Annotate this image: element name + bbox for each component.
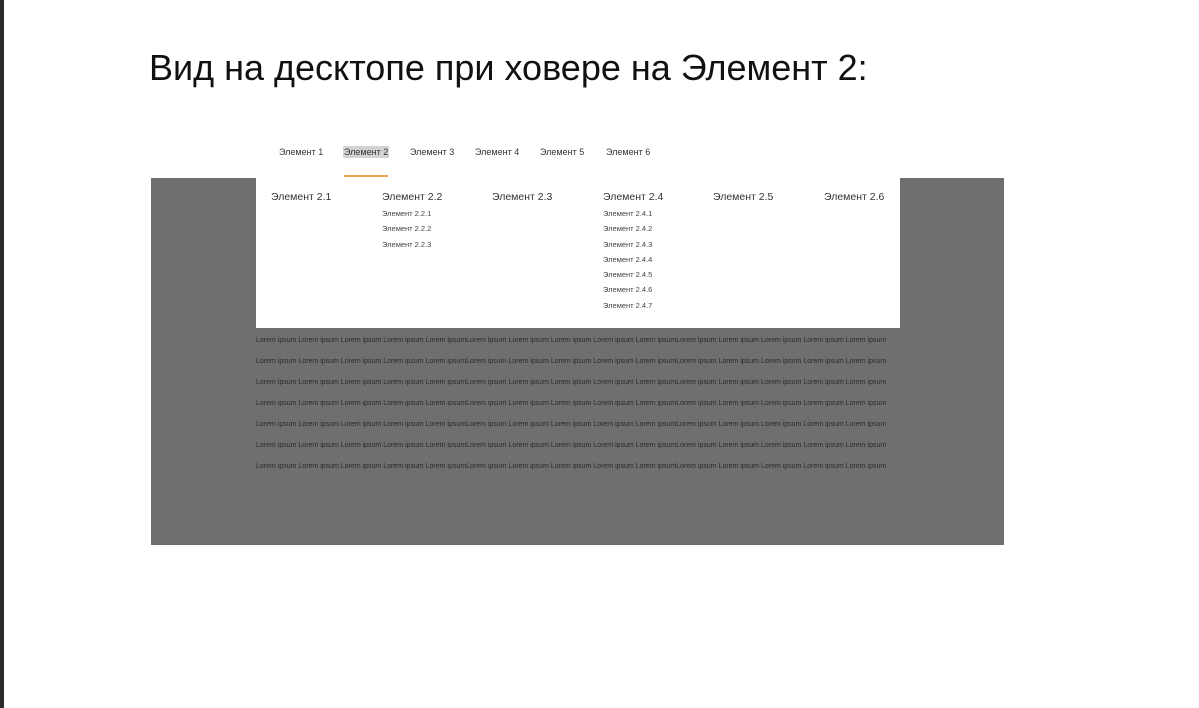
page-body-text: Lorem ipsum Lorem ipsum Lorem ipsum Lore… [256,335,900,482]
body-paragraph: Lorem ipsum Lorem ipsum Lorem ipsum Lore… [256,337,887,344]
dropdown-sub-item[interactable]: Элемент 2.4.2 [603,221,663,236]
nav-item-3[interactable]: Элемент 3 [410,146,454,158]
dropdown-column-2-5: Элемент 2.5 [713,190,773,204]
dropdown-column-2-6: Элемент 2.6 [824,190,884,204]
body-paragraph: Lorem ipsum Lorem ipsum Lorem ipsum Lore… [256,400,887,407]
dropdown-column-2-4: Элемент 2.4 Элемент 2.4.1 Элемент 2.4.2 … [603,190,663,313]
active-nav-underline [344,175,388,177]
dropdown-sub-item[interactable]: Элемент 2.4.7 [603,298,663,313]
body-paragraph: Lorem ipsum Lorem ipsum Lorem ipsum Lore… [256,421,887,428]
nav-item-4[interactable]: Элемент 4 [475,146,519,158]
dropdown-column-title[interactable]: Элемент 2.5 [713,190,773,204]
page-dim-overlay: Элемент 2.1 Элемент 2.2 Элемент 2.2.1 Эл… [151,178,1004,545]
dropdown-sub-list: Элемент 2.2.1 Элемент 2.2.2 Элемент 2.2.… [382,206,442,252]
dropdown-sub-item[interactable]: Элемент 2.4.5 [603,267,663,282]
mega-menu-dropdown: Элемент 2.1 Элемент 2.2 Элемент 2.2.1 Эл… [256,178,900,328]
nav-item-1[interactable]: Элемент 1 [279,146,323,158]
nav-item-6[interactable]: Элемент 6 [606,146,650,158]
dropdown-sub-item[interactable]: Элемент 2.2.1 [382,206,442,221]
dropdown-column-title[interactable]: Элемент 2.1 [271,190,331,204]
body-paragraph: Lorem ipsum Lorem ipsum Lorem ipsum Lore… [256,379,887,386]
desktop-mockup: Элемент 1 Элемент 2 Элемент 3 Элемент 4 … [151,128,1004,545]
dropdown-column-title[interactable]: Элемент 2.4 [603,190,663,204]
dropdown-column-title[interactable]: Элемент 2.2 [382,190,442,204]
dropdown-sub-item[interactable]: Элемент 2.2.3 [382,237,442,252]
body-paragraph: Lorem ipsum Lorem ipsum Lorem ipsum Lore… [256,442,887,449]
dropdown-column-title[interactable]: Элемент 2.6 [824,190,884,204]
body-paragraph: Lorem ipsum Lorem ipsum Lorem ipsum Lore… [256,463,887,470]
dropdown-sub-list: Элемент 2.4.1 Элемент 2.4.2 Элемент 2.4.… [603,206,663,313]
dropdown-sub-item[interactable]: Элемент 2.2.2 [382,221,442,236]
dropdown-column-2-1: Элемент 2.1 [271,190,331,204]
page-title: Вид на десктопе при ховере на Элемент 2: [149,47,868,88]
top-navigation: Элемент 1 Элемент 2 Элемент 3 Элемент 4 … [151,128,1004,178]
dropdown-sub-item[interactable]: Элемент 2.4.6 [603,282,663,297]
dropdown-sub-item[interactable]: Элемент 2.4.3 [603,237,663,252]
body-paragraph: Lorem ipsum Lorem ipsum Lorem ipsum Lore… [256,358,887,365]
dropdown-column-2-2: Элемент 2.2 Элемент 2.2.1 Элемент 2.2.2 … [382,190,442,252]
nav-item-5[interactable]: Элемент 5 [540,146,584,158]
dropdown-sub-item[interactable]: Элемент 2.4.1 [603,206,663,221]
dropdown-column-title[interactable]: Элемент 2.3 [492,190,552,204]
nav-item-2[interactable]: Элемент 2 [343,146,390,158]
dropdown-column-2-3: Элемент 2.3 [492,190,552,204]
dropdown-sub-item[interactable]: Элемент 2.4.4 [603,252,663,267]
window-left-border [0,0,4,708]
